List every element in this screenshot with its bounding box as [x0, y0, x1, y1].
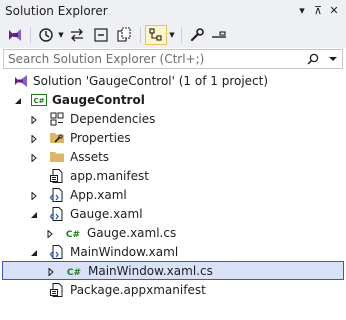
- tree-item-label: App.xaml: [70, 188, 127, 202]
- tree-item-label: GaugeControl: [52, 93, 145, 107]
- tracking-view-icon: [149, 28, 162, 41]
- xaml-file-icon: [49, 187, 65, 203]
- preview-selected-items-button[interactable]: [208, 25, 230, 45]
- auto-hide-pin-icon[interactable]: ⊼: [310, 2, 326, 20]
- chevron-down-icon: [329, 57, 337, 61]
- history-dropdown-chevron-down-icon[interactable]: ▼: [57, 25, 65, 45]
- tree-item-label: Dependencies: [70, 112, 156, 126]
- tree-item-app-xaml[interactable]: App.xaml: [0, 186, 346, 205]
- collapsed-triangle-icon[interactable]: [28, 148, 40, 167]
- toolbar-separator: [181, 27, 182, 43]
- tree-item-label: MainWindow.xaml.cs: [88, 264, 213, 278]
- properties-button[interactable]: [186, 25, 208, 45]
- tracking-view-dropdown-chevron-down-icon[interactable]: ▼: [168, 25, 176, 45]
- search-button[interactable]: [304, 51, 322, 67]
- properties-folder-icon: [49, 130, 65, 146]
- collapse-all-button[interactable]: [90, 25, 112, 45]
- svg-text:C#: C#: [67, 268, 81, 278]
- tree-item-label: Properties: [70, 131, 131, 145]
- show-all-files-button[interactable]: [113, 25, 135, 45]
- svg-text:C#: C#: [33, 97, 44, 105]
- tree-item-gauge-xaml-cs[interactable]: C# Gauge.xaml.cs: [0, 224, 346, 243]
- title-bar: Solution Explorer ▾ ⊼ ✕: [0, 0, 346, 22]
- switch-views-button[interactable]: [4, 25, 26, 45]
- tree-item-dependencies[interactable]: Dependencies: [0, 110, 346, 129]
- sync-with-active-document-button[interactable]: [66, 25, 88, 45]
- xaml-file-icon: [49, 206, 65, 222]
- tree-item-assets[interactable]: Assets: [0, 148, 346, 167]
- tree-item-gauge-xaml[interactable]: Gauge.xaml: [0, 205, 346, 224]
- history-icon: [39, 28, 53, 42]
- svg-text:C#: C#: [66, 230, 80, 240]
- tree-item-mainwindow-xaml-cs[interactable]: C# MainWindow.xaml.cs: [2, 261, 344, 280]
- tree-item-package-appxmanifest[interactable]: Package.appxmanifest: [0, 281, 346, 300]
- collapse-all-icon: [94, 28, 108, 42]
- properties-wrench-icon: [190, 28, 204, 42]
- window-options-chevron-down-icon[interactable]: ▾: [294, 2, 310, 20]
- collapsed-triangle-icon[interactable]: [45, 262, 57, 281]
- tree-item-project[interactable]: C# GaugeControl: [0, 91, 346, 110]
- tree-item-label: Assets: [70, 150, 110, 164]
- toolbar-separator: [140, 27, 141, 43]
- tracking-view-toggle[interactable]: [145, 25, 167, 45]
- expanded-triangle-icon[interactable]: [28, 205, 40, 224]
- dependencies-icon: [49, 111, 65, 127]
- search-options-button[interactable]: [324, 51, 342, 67]
- xaml-file-icon: [49, 244, 65, 260]
- manifest-file-icon: [49, 168, 65, 184]
- search-icon: [307, 53, 319, 65]
- tree-item-app-manifest[interactable]: app.manifest: [0, 167, 346, 186]
- tree-item-label: app.manifest: [70, 169, 149, 183]
- tree-item-label: Gauge.xaml: [70, 207, 143, 221]
- window-title: Solution Explorer: [5, 4, 108, 18]
- close-icon[interactable]: ✕: [326, 2, 342, 20]
- history-button[interactable]: [35, 25, 57, 45]
- expanded-triangle-icon[interactable]: [28, 243, 40, 262]
- csharp-file-icon: C#: [65, 225, 81, 241]
- csharp-file-icon: C#: [66, 263, 82, 279]
- tree-item-label: MainWindow.xaml: [70, 245, 179, 259]
- folder-icon: [49, 149, 65, 165]
- sync-with-active-document-icon: [71, 28, 83, 42]
- toolbar-separator: [30, 27, 31, 43]
- tree-item-mainwindow-xaml[interactable]: MainWindow.xaml: [0, 243, 346, 262]
- show-all-files-icon: [117, 27, 131, 42]
- vs-switch-views-icon: [9, 29, 21, 41]
- csharp-project-icon: C#: [31, 92, 47, 108]
- tree-item-properties[interactable]: Properties: [0, 129, 346, 148]
- collapsed-triangle-icon[interactable]: [28, 129, 40, 148]
- toolbar: ▼ ▼: [0, 22, 346, 48]
- collapsed-triangle-icon[interactable]: [28, 110, 40, 129]
- preview-selected-icon: [212, 31, 226, 38]
- solution-icon: [13, 73, 29, 89]
- tree-item-label: Package.appxmanifest: [70, 283, 206, 297]
- manifest-file-icon: [49, 282, 65, 298]
- tree-item-label: Solution 'GaugeControl' (1 of 1 project): [33, 74, 269, 88]
- tree-item-label: Gauge.xaml.cs: [87, 226, 177, 240]
- collapsed-triangle-icon[interactable]: [28, 186, 40, 205]
- search-box: [3, 49, 343, 69]
- tree-item-solution[interactable]: Solution 'GaugeControl' (1 of 1 project): [0, 72, 346, 91]
- collapsed-triangle-icon[interactable]: [44, 224, 56, 243]
- expanded-triangle-icon[interactable]: [12, 91, 24, 110]
- search-input[interactable]: [4, 50, 304, 68]
